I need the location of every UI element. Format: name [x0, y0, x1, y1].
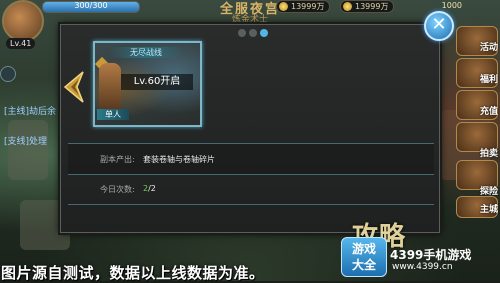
close-button[interactable]: ✕	[424, 11, 454, 41]
play-mode-tag: 单人	[97, 109, 129, 120]
gold-coin-icon	[279, 2, 288, 11]
logo-bottom-text: 大全	[351, 258, 376, 272]
currency-gem: 13999万	[340, 0, 395, 13]
recharge-label: 充值	[479, 107, 498, 117]
page-dot[interactable]	[238, 29, 246, 37]
logo-top-text: 游戏	[351, 242, 376, 256]
top-hud: 300/300 全服夜宫 炼金术士 13999万 13999万 1000	[0, 0, 500, 42]
divider	[68, 174, 434, 175]
unlock-level: Lv.60开启	[121, 74, 193, 90]
hp-text: 300/300	[74, 1, 108, 10]
drop-label: 副本产出:	[100, 155, 135, 164]
dungeon-character-art	[99, 63, 121, 109]
quest-side[interactable]: [支线]处理	[4, 134, 47, 147]
count-label: 今日次数:	[100, 185, 135, 194]
player-level: Lv.41	[6, 38, 36, 49]
welfare-label: 福利	[479, 75, 498, 85]
dungeon-card[interactable]: 无尽战线 Lv.60开启 单人	[93, 41, 202, 127]
quest-toggle-button[interactable]	[0, 66, 16, 82]
page-indicator	[238, 29, 268, 37]
site-logo-badge: 游戏 大全	[341, 237, 387, 277]
brand-url: www.4399.cn	[392, 262, 453, 272]
page-dot-active[interactable]	[260, 29, 268, 37]
scenery-rock	[8, 120, 48, 180]
previous-arrow-icon[interactable]	[63, 70, 85, 104]
divider	[68, 204, 434, 205]
drop-value: 套装卷轴与卷轴碎片	[143, 155, 215, 164]
gem-amount: 13999万	[355, 2, 389, 11]
page-dot[interactable]	[249, 29, 257, 37]
dungeon-name: 无尽战线	[109, 47, 183, 58]
city-label: 主城	[479, 205, 498, 215]
activity-label: 活动	[479, 43, 498, 53]
gold-amount: 13999万	[291, 2, 325, 11]
auction-label: 拍卖	[479, 149, 498, 159]
energy-value: 1000	[441, 1, 462, 10]
disclaimer-text: 图片源自测试，数据以上线数据为准。	[1, 264, 265, 282]
player-avatar[interactable]	[2, 0, 44, 42]
brand-text: 4399手机游戏	[390, 248, 472, 262]
gem-icon	[343, 2, 352, 11]
quest-main[interactable]: [主线]劫后余	[4, 104, 56, 117]
count-total: /2	[148, 184, 156, 193]
hp-bar: 300/300	[42, 1, 140, 13]
currency-gold: 13999万	[276, 0, 331, 13]
count-value: 2/2	[143, 184, 156, 193]
